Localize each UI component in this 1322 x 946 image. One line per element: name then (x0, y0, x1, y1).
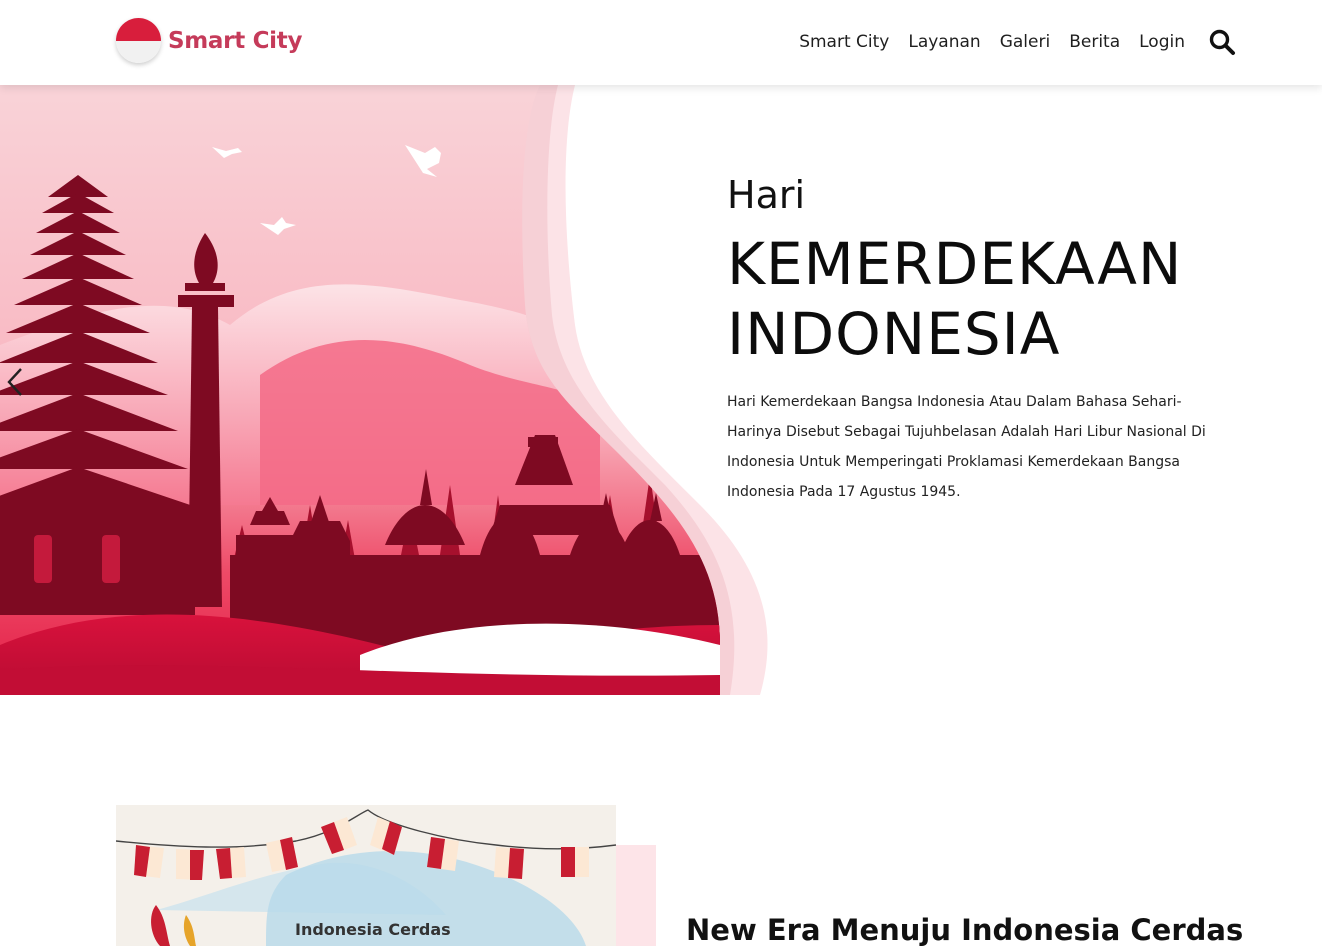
main-nav: Smart City Layanan Galeri Berita Login (799, 28, 1236, 56)
brand-logo-link[interactable]: Smart City (116, 18, 302, 63)
hero-title-line1: KEMERDEKAAN (727, 230, 1183, 298)
flag-logo-icon (116, 18, 161, 63)
hero-title-line2: INDONESIA (727, 300, 1061, 368)
search-icon[interactable] (1208, 28, 1236, 56)
brand-name: Smart City (168, 27, 303, 54)
hero-text: Hari KEMERDEKAAN INDONESIA Hari Kemerdek… (727, 173, 1247, 507)
nav-item-galeri[interactable]: Galeri (1000, 32, 1051, 52)
independence-day-illustration (0, 85, 768, 695)
hero-title: KEMERDEKAAN INDONESIA (727, 229, 1247, 369)
nav-item-smart-city[interactable]: Smart City (799, 32, 889, 52)
hero-description: Hari Kemerdekaan Bangsa Indonesia Atau D… (727, 394, 1206, 500)
chevron-left-icon[interactable] (6, 367, 24, 397)
navbar: Smart City Smart City Layanan Galeri Ber… (0, 0, 1322, 85)
nav-item-layanan[interactable]: Layanan (908, 32, 980, 52)
nav-item-login[interactable]: Login (1139, 32, 1185, 52)
decorative-pink-strip (616, 845, 656, 946)
nav-item-berita[interactable]: Berita (1069, 32, 1120, 52)
card-caption: Indonesia Cerdas (295, 920, 451, 939)
hero-pre-title: Hari (727, 173, 806, 217)
section-heading: New Era Menuju Indonesia Cerdas (686, 913, 1244, 946)
hero-slider: Hari KEMERDEKAAN INDONESIA Hari Kemerdek… (0, 85, 1322, 695)
